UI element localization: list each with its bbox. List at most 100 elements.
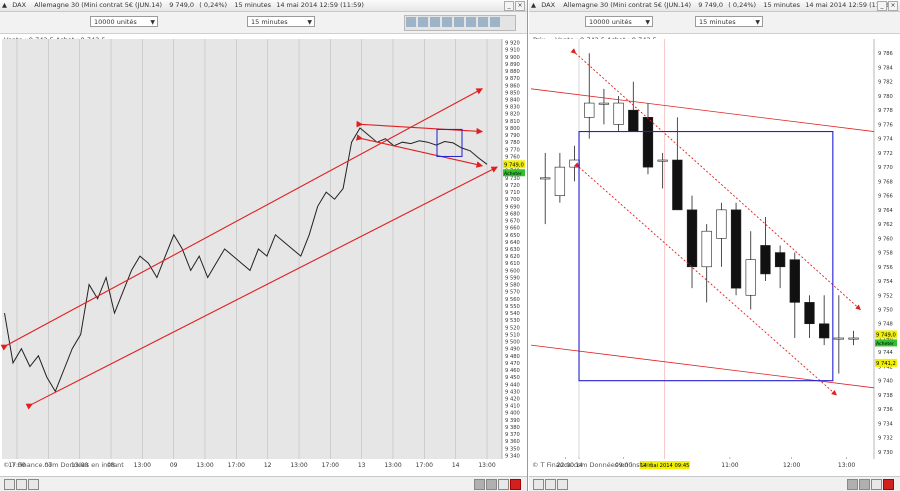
scroll-right-icon[interactable] [486,479,497,490]
minimize-icon[interactable]: _ [504,1,514,11]
tool-icon-1[interactable] [406,17,416,27]
y-tick-label: 9 840 [505,98,520,104]
y-tick-label: 9 760 [505,154,520,160]
chevron-down-icon: ▼ [645,19,650,26]
y-tick-label: 9 530 [505,318,520,324]
candle-body [745,259,756,296]
y-tick-label: 9 560 [505,297,520,303]
y-tick-label: 9 390 [505,418,520,424]
y-tick-label: 9 580 [505,283,520,289]
candle-body [760,245,771,275]
y-tick-label: 9 380 [505,425,520,431]
x-tick-label: 17:00 [416,462,433,469]
y-tick-label: 9 440 [505,382,520,388]
x-tick-label: 13 [358,462,366,469]
y-tick-label: 9 800 [505,126,520,132]
y-tick-label: 9 760 [878,236,893,242]
last-price: 9 749,0 [169,1,195,9]
scroll-right-icon[interactable] [859,479,870,490]
y-tick-label: 9 670 [505,219,520,225]
y-tick-label: 9 630 [505,247,520,253]
candle-body [584,102,595,118]
y-tick-label: 9 820 [505,112,520,118]
y-tick-label: 9 736 [878,407,893,413]
y-tick-label: 9 790 [505,133,520,139]
tool-button[interactable] [4,479,15,490]
price-change: ( 0,24%) [199,1,228,9]
y-tick-label: 9 610 [505,261,520,267]
units-select-value: 10000 unités [589,18,632,26]
tool-button[interactable] [557,479,568,490]
y-tick-label: 9 540 [505,311,520,317]
y-tick-label: 9 782 [878,80,893,86]
y-tick-label: 9 764 [878,208,894,214]
y-tick-label: 9 754 [878,279,894,285]
scroll-left-icon[interactable] [474,479,485,490]
close-chart-icon[interactable] [883,479,894,490]
y-tick-label: 9 750 [878,308,893,314]
y-tick-label: 9 650 [505,233,520,239]
y-tick-label: 9 460 [505,368,520,374]
tool-icon-4[interactable] [442,17,452,27]
x-tick-label: 17:00 [228,462,245,469]
y-tick-label: 9 778 [878,108,893,114]
y-tick-label: 9 730 [878,450,893,456]
candle-body [848,337,859,340]
tool-icon-3[interactable] [430,17,440,27]
units-select[interactable]: 10000 unités ▼ [585,16,653,27]
tool-button[interactable] [16,479,27,490]
tool-icon-7[interactable] [478,17,488,27]
close-chart-icon[interactable] [510,479,521,490]
y-tick-label: 9 410 [505,404,520,410]
y-tick-label: 9 772 [878,151,893,157]
zoom-icon[interactable] [871,479,882,490]
y-tick-label: 9 450 [505,375,520,381]
candle-body [833,337,844,340]
y-tick-label: 9 786 [878,51,893,57]
zoom-icon[interactable] [498,479,509,490]
tool-button[interactable] [28,479,39,490]
close-icon[interactable]: × [888,1,898,11]
interval-select-value: 15 minutes [251,18,288,26]
instrument-symbol: DAX [12,1,27,9]
units-select[interactable]: 10000 unités ▼ [90,16,158,27]
y-tick-label: 9 640 [505,240,520,246]
price-chart-right[interactable]: 9 786 9 784 9 782 9 780 9 778 9 776 9 774 9 772… [529,34,900,470]
x-tick-label: 14 [452,462,460,469]
y-tick-label: 9 752 [878,293,893,299]
drawing-tools[interactable] [404,15,516,31]
candle-body [613,102,624,125]
y-tick-label: 9 810 [505,119,520,125]
interval-select[interactable]: 15 minutes ▼ [695,16,763,27]
price-chart-left[interactable]: 17:00 07 13:00 08 13:00 09 13:00 17:00 12 13:00 17… [0,34,527,470]
y-tick-label: 9 770 [505,147,520,153]
y-tick-label: 9 756 [878,265,893,271]
y-tick-label: 9 590 [505,275,520,281]
tool-button[interactable] [545,479,556,490]
x-tick-label: 13:00 [384,462,401,469]
y-tick-label: 9 680 [505,211,520,217]
y-tick-label: 9 860 [505,83,520,89]
y-tick-label: 9 770 [878,165,893,171]
y-tick-label: 9 400 [505,411,520,417]
interval-select[interactable]: 15 minutes ▼ [247,16,315,27]
y-tick-label: 9 550 [505,304,520,310]
y-tick-label: 9 430 [505,389,520,395]
tool-icon-6[interactable] [466,17,476,27]
tool-button[interactable] [533,479,544,490]
tool-icon-8[interactable] [490,17,500,27]
tool-icon-2[interactable] [418,17,428,27]
scroll-left-icon[interactable] [847,479,858,490]
chevron-down-icon: ▼ [150,19,155,26]
y-tick-label: 9 774 [878,137,894,143]
tool-icon-5[interactable] [454,17,464,27]
candle-body [642,117,654,168]
y-tick-label: 9 660 [505,226,520,232]
y-tick-label: 9 340 [505,453,520,459]
close-icon[interactable]: × [515,1,525,11]
y-tick-label: 9 920 [505,41,520,47]
minimize-icon[interactable]: _ [877,1,887,11]
app-icon: ▲ [531,1,536,9]
y-tick-label: 9 480 [505,354,520,360]
candle-body [789,259,800,303]
